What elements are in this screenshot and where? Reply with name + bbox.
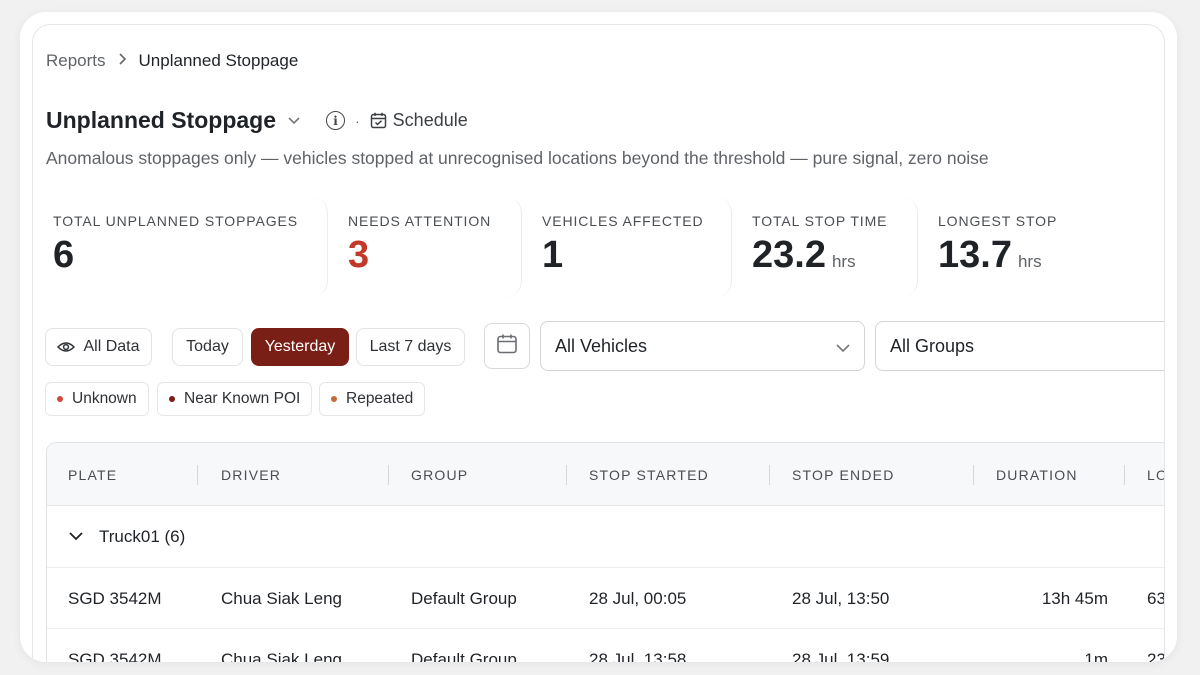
table-row[interactable]: SGD 3542M Chua Siak Leng Default Group 2…	[47, 568, 1165, 629]
stat-label: NEEDS ATTENTION	[348, 213, 492, 229]
column-divider	[769, 465, 770, 485]
cell-stop-ended: 28 Jul, 13:50	[792, 588, 890, 608]
eye-icon	[57, 341, 76, 353]
stoppage-table: PLATE DRIVER GROUP STOP STARTED STOP END…	[46, 442, 1165, 663]
dot-separator: ·	[355, 112, 360, 129]
group-row-truck01[interactable]: Truck01 (6)	[47, 506, 1164, 568]
stat-label: TOTAL UNPLANNED STOPPAGES	[53, 213, 299, 229]
legend-dot	[57, 396, 63, 402]
column-header-location[interactable]: LO	[1147, 443, 1164, 506]
chevron-right-icon	[118, 52, 127, 70]
page-title: Unplanned Stoppage	[46, 107, 276, 133]
all-data-label: All Data	[83, 338, 140, 355]
breadcrumb: Reports Unplanned Stoppage	[46, 51, 298, 71]
column-header-driver[interactable]: DRIVER	[221, 443, 281, 506]
legend-repeated[interactable]: Repeated	[319, 382, 426, 416]
column-divider	[388, 465, 389, 485]
groups-select-value: All Groups	[890, 335, 975, 356]
cell-location: 23	[1147, 649, 1165, 663]
stat-unit: hrs	[831, 252, 856, 271]
column-divider	[197, 465, 198, 485]
column-header-group[interactable]: GROUP	[411, 443, 468, 506]
schedule-button[interactable]: Schedule	[393, 110, 468, 131]
cell-stop-started: 28 Jul, 13:58	[589, 649, 687, 663]
stat-vehicles-affected: VEHICLES AFFECTED 1	[522, 197, 732, 297]
legend-unknown[interactable]: Unknown	[45, 382, 149, 416]
today-button[interactable]: Today	[172, 328, 243, 366]
cell-stop-started: 28 Jul, 00:05	[589, 588, 687, 608]
info-icon[interactable]: i	[326, 111, 345, 130]
all-data-button[interactable]: All Data	[45, 328, 152, 366]
stat-value: 3	[348, 234, 370, 276]
stat-total-stop-time: TOTAL STOP TIME 23.2 hrs	[732, 197, 918, 297]
column-divider	[566, 465, 567, 485]
legend-near-known-poi[interactable]: Near Known POI	[157, 382, 313, 416]
app-frame: Reports Unplanned Stoppage Unplanned Sto…	[20, 12, 1177, 662]
stat-number: 23.2	[752, 234, 826, 276]
title-row: Unplanned Stoppage i · Schedule	[46, 107, 468, 134]
stat-value: 13.7 hrs	[938, 233, 1118, 284]
page-subtitle: Anomalous stoppages only — vehicles stop…	[46, 148, 989, 168]
chevron-down-icon	[836, 337, 850, 358]
vehicles-select[interactable]: All Vehicles	[540, 321, 865, 371]
column-divider	[973, 465, 974, 485]
chevron-down-icon[interactable]	[288, 114, 300, 128]
stat-label: VEHICLES AFFECTED	[542, 213, 704, 229]
cell-group: Default Group	[411, 649, 517, 663]
column-divider	[1124, 465, 1125, 485]
stat-unit: hrs	[1017, 252, 1042, 271]
cell-location: 63	[1147, 588, 1165, 608]
breadcrumb-current: Unplanned Stoppage	[138, 51, 299, 70]
stat-label: TOTAL STOP TIME	[752, 213, 888, 229]
calendar-icon	[496, 333, 518, 360]
cell-driver: Chua Siak Leng	[221, 649, 342, 663]
yesterday-button[interactable]: Yesterday	[251, 328, 349, 366]
legend-label: Repeated	[346, 390, 414, 407]
cell-plate: SGD 3542M	[68, 588, 162, 608]
cell-duration: 13h 45m	[1041, 588, 1108, 608]
stat-longest-stop: LONGEST STOP 13.7 hrs	[918, 197, 1118, 297]
stat-value: 6	[53, 234, 75, 276]
last-7-days-button[interactable]: Last 7 days	[356, 328, 465, 366]
group-label: Truck01 (6)	[99, 526, 186, 546]
legend-dot	[331, 396, 337, 402]
column-header-plate[interactable]: PLATE	[68, 443, 117, 506]
column-header-stop-ended[interactable]: STOP ENDED	[792, 443, 895, 506]
legend-label: Near Known POI	[184, 390, 301, 407]
cell-duration: 1m	[1084, 649, 1108, 663]
stat-number: 13.7	[938, 234, 1012, 276]
table-row[interactable]: SGD 3542M Chua Siak Leng Default Group 2…	[47, 629, 1165, 663]
table-header: PLATE DRIVER GROUP STOP STARTED STOP END…	[47, 443, 1164, 506]
stat-value: 1	[542, 234, 564, 276]
cell-plate: SGD 3542M	[68, 649, 162, 663]
legend-dot	[169, 396, 175, 402]
stat-needs-attention: NEEDS ATTENTION 3	[328, 197, 522, 297]
vehicles-select-value: All Vehicles	[555, 335, 648, 356]
chevron-down-icon[interactable]	[69, 532, 83, 541]
stat-label: LONGEST STOP	[938, 213, 1058, 229]
cell-driver: Chua Siak Leng	[221, 588, 342, 608]
legend-label: Unknown	[72, 390, 137, 407]
column-header-stop-started[interactable]: STOP STARTED	[589, 443, 709, 506]
cell-group: Default Group	[411, 588, 517, 608]
cell-stop-ended: 28 Jul, 13:59	[792, 649, 890, 663]
calendar-check-icon[interactable]	[370, 112, 387, 129]
groups-select[interactable]: All Groups	[875, 321, 1164, 371]
report-panel: Reports Unplanned Stoppage Unplanned Sto…	[32, 24, 1165, 662]
column-header-duration[interactable]: DURATION	[996, 443, 1078, 506]
stat-value: 23.2 hrs	[752, 233, 917, 284]
date-picker-button[interactable]	[484, 323, 530, 369]
stats-row: TOTAL UNPLANNED STOPPAGES 6 NEEDS ATTENT…	[33, 197, 1118, 297]
breadcrumb-reports-link[interactable]: Reports	[46, 51, 106, 71]
stat-total-unplanned: TOTAL UNPLANNED STOPPAGES 6	[33, 197, 328, 297]
